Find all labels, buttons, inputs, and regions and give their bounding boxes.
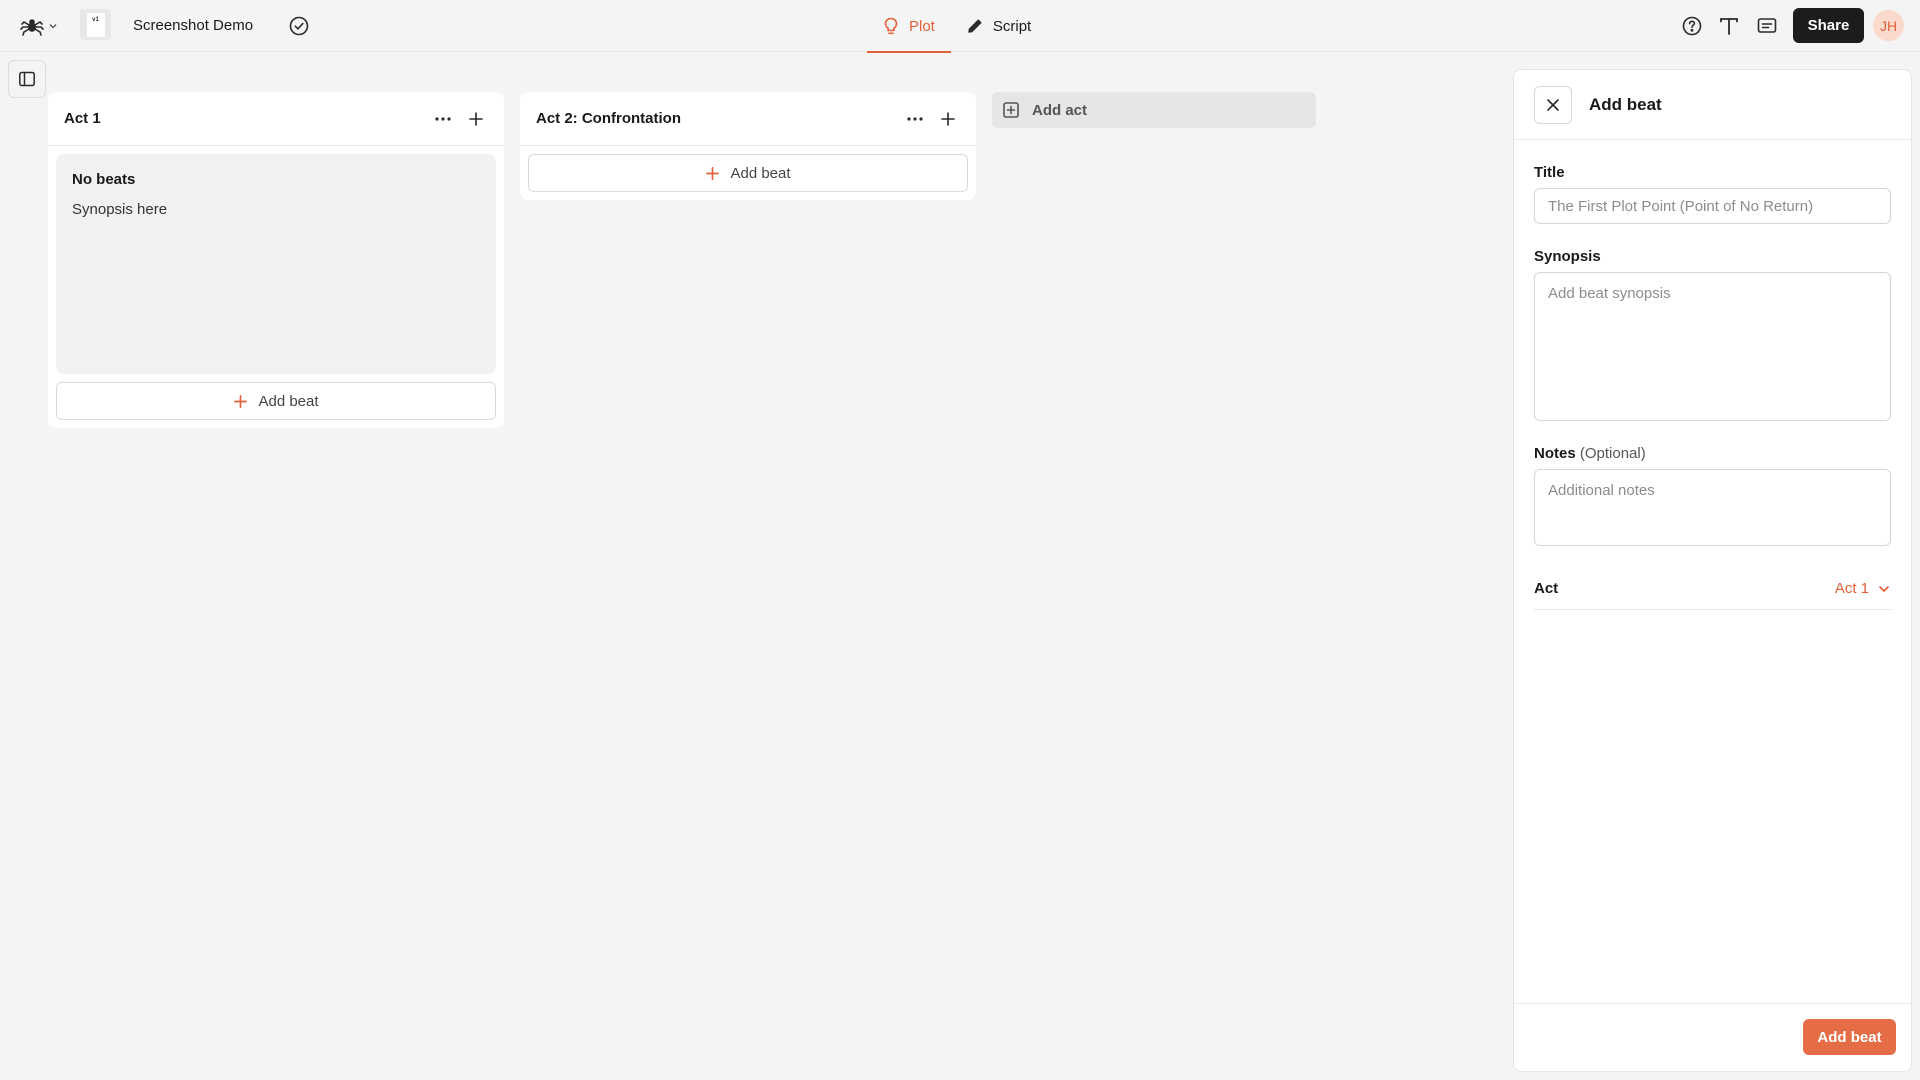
add-beat-label: Add beat [730, 164, 791, 182]
document-title[interactable]: Screenshot Demo [133, 17, 253, 34]
spider-logo-icon [20, 14, 44, 38]
tab-script-label: Script [992, 17, 1032, 35]
close-panel-button[interactable] [1534, 85, 1572, 124]
beat-card[interactable]: No beats Synopsis here [56, 154, 496, 374]
add-act-label: Add act [1032, 101, 1088, 119]
saved-check-icon[interactable] [288, 15, 310, 37]
add-beat-label: Add beat [258, 392, 319, 410]
notes-label-text: Notes [1534, 445, 1576, 462]
notes-input[interactable] [1534, 469, 1891, 546]
panel-title: Add beat [1589, 94, 1662, 114]
add-beat-panel: Add beat Title Synopsis Notes (Optional)… [1513, 69, 1912, 1072]
title-field-label: Title [1534, 164, 1565, 181]
add-beat-button[interactable]: Add beat [528, 154, 968, 192]
act-header: Act 1 [48, 92, 504, 146]
app-root: v1 Screenshot Demo Plot Script Share JH … [0, 0, 1920, 1080]
synopsis-field-label: Synopsis [1534, 248, 1601, 265]
app-menu-button[interactable] [20, 12, 58, 40]
act-field-label: Act [1534, 580, 1559, 597]
chevron-down-icon [48, 21, 58, 31]
act-select-row: Act Act 1 [1534, 568, 1891, 610]
plus-icon[interactable] [464, 107, 488, 131]
title-input[interactable] [1534, 188, 1891, 224]
top-bar: v1 Screenshot Demo Plot Script Share JH [0, 0, 1920, 53]
share-button[interactable]: Share [1793, 8, 1864, 43]
notes-field-label: Notes (Optional) [1534, 445, 1891, 462]
document-thumbnail[interactable]: v1 [80, 9, 111, 40]
more-options-icon[interactable] [903, 107, 927, 131]
act-title[interactable]: Act 2: Confrontation [536, 110, 894, 127]
act-selected-value: Act 1 [1834, 580, 1869, 597]
act-dropdown[interactable]: Act 1 [1835, 580, 1891, 597]
sidebar-toggle-button[interactable] [8, 60, 46, 98]
add-act-button[interactable]: Add act [992, 92, 1316, 128]
tab-script[interactable]: Script [951, 0, 1047, 52]
tab-plot-label: Plot [909, 17, 935, 35]
beat-synopsis: Synopsis here [72, 201, 168, 218]
chevron-down-icon [1877, 582, 1891, 596]
submit-add-beat-button[interactable]: Add beat [1803, 1019, 1896, 1055]
add-beat-button[interactable]: Add beat [56, 382, 496, 420]
notes-optional-label: (Optional) [1579, 445, 1646, 462]
sidebar-panel-icon [18, 70, 36, 88]
plus-icon [705, 166, 720, 181]
add-square-icon [1002, 101, 1020, 119]
help-icon[interactable] [1681, 15, 1703, 37]
close-icon [1546, 98, 1560, 112]
act-header: Act 2: Confrontation [520, 92, 976, 146]
bulb-icon [883, 17, 899, 35]
synopsis-input[interactable] [1534, 272, 1891, 421]
beat-title: No beats [72, 171, 136, 188]
panel-footer: Add beat [1514, 1003, 1911, 1071]
pencil-icon [967, 18, 983, 34]
text-format-icon[interactable] [1718, 15, 1740, 37]
mode-tabs: Plot Script [867, 0, 1047, 53]
act-title[interactable]: Act 1 [64, 110, 422, 127]
tab-plot[interactable]: Plot [867, 0, 951, 53]
document-thumb-label: v1 [86, 13, 105, 37]
panel-header: Add beat [1514, 70, 1911, 140]
user-avatar[interactable]: JH [1873, 10, 1904, 41]
panel-body: Title Synopsis Notes (Optional) Act Act … [1514, 164, 1911, 610]
more-options-icon[interactable] [431, 107, 455, 131]
plus-icon[interactable] [936, 107, 960, 131]
act-column: Act 1 No beats Synopsis here Add beat [48, 92, 504, 428]
comments-icon[interactable] [1756, 15, 1778, 37]
act-column: Act 2: Confrontation Add beat [520, 92, 976, 200]
plus-icon [233, 394, 248, 409]
